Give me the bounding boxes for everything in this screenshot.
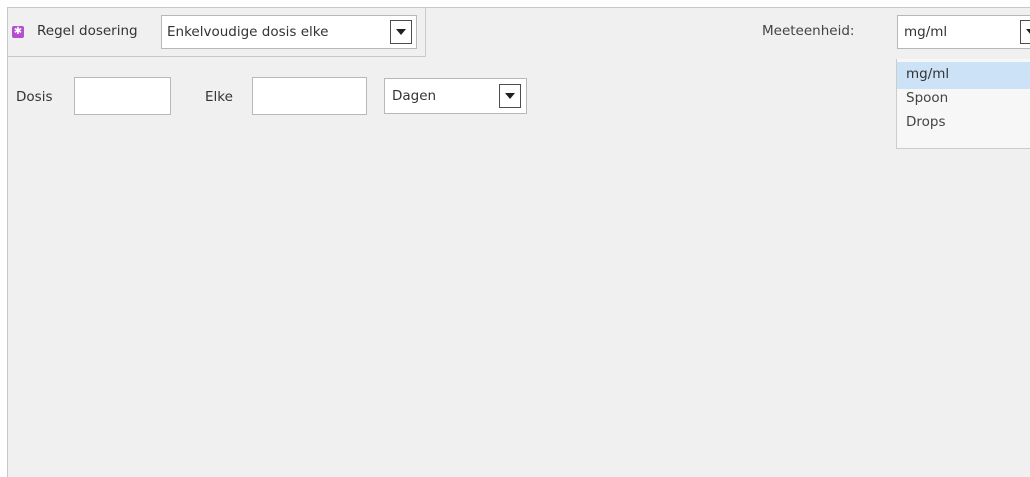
period-select[interactable]: Dagen	[384, 78, 527, 114]
dose-input[interactable]	[74, 77, 171, 115]
unit-option-spoon[interactable]: Spoon	[897, 86, 1030, 113]
unit-label: Meeteenheid:	[762, 23, 855, 39]
unit-value: mg/ml	[904, 24, 948, 40]
main-panel: ✱ Regel dosering Enkelvoudige dosis elke…	[7, 7, 1030, 477]
period-value: Dagen	[392, 88, 437, 104]
dosing-rule-label: Regel dosering	[37, 23, 138, 39]
unit-dropdown-list: mg/ml Spoon Drops	[896, 59, 1030, 149]
unit-select[interactable]: mg/ml	[897, 15, 1030, 49]
every-input[interactable]	[252, 77, 367, 115]
unit-option-mg-ml[interactable]: mg/ml	[897, 62, 1030, 89]
every-label: Elke	[205, 89, 233, 105]
chevron-down-icon[interactable]	[1020, 20, 1030, 44]
chevron-down-icon[interactable]	[390, 20, 412, 44]
dose-label: Dosis	[16, 89, 53, 105]
asterisk-icon: ✱	[12, 26, 24, 38]
chevron-down-icon[interactable]	[499, 84, 521, 108]
dosing-rule-select[interactable]: Enkelvoudige dosis elke	[161, 15, 417, 49]
unit-option-drops[interactable]: Drops	[897, 110, 1030, 137]
dosing-rule-value: Enkelvoudige dosis elke	[167, 24, 329, 40]
